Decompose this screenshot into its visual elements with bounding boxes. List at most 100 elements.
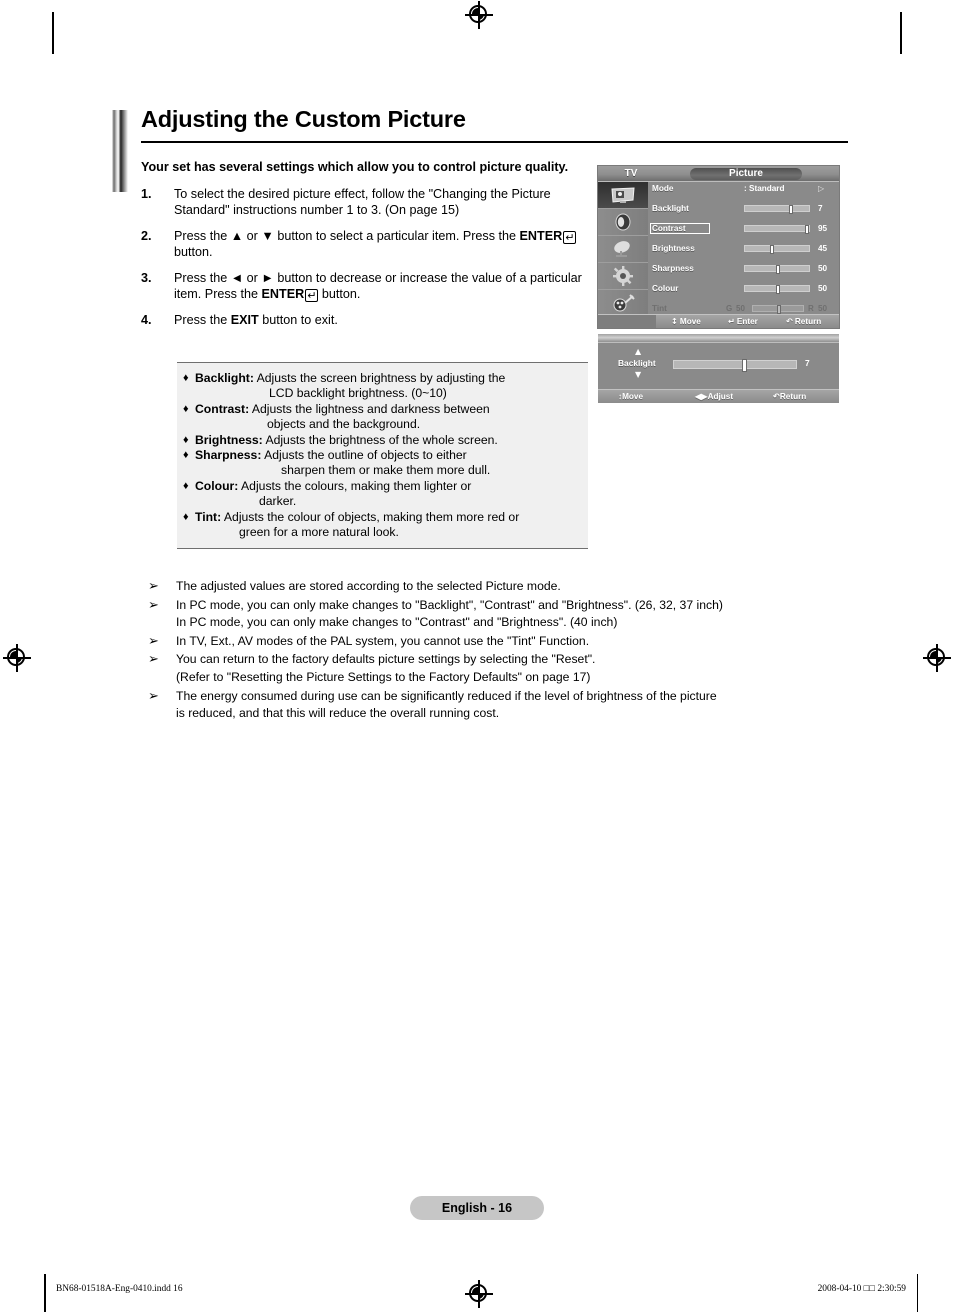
definitions-panel: ♦ Backlight: Adjusts the screen brightne… [177,362,588,550]
step-text-tail: button. [318,287,361,302]
definition-text: Adjusts the colour of objects, making th… [223,509,520,524]
definition-tint: ♦ Tint: Adjusts the colour of objects, m… [183,510,582,541]
osd-backlight-adjust: ▲ Backlight 7 ▼ ↕Move ◀▶Adjust ↶Return [598,334,839,403]
osd-menu-title-pill: Picture [690,167,802,180]
osd-row-number: 95 [818,224,828,233]
osd-row-label: Mode [652,184,674,193]
osd-slider-backlight[interactable] [744,204,810,214]
satellite-dish-icon [598,236,648,262]
osd-picture-menu: TV Picture Mode: Standard ▷ Backlight 7… [598,166,839,328]
osd-hint-label: Move [679,317,701,326]
osd-row-backlight[interactable]: Backlight 7 [650,204,836,214]
note-item: ➢ The adjusted values are stored accordi… [146,578,852,596]
definition-term: Contrast: [195,401,250,416]
osd-slider-colour[interactable] [744,284,810,294]
definition-text: Adjusts the outline of objects to either [264,448,467,463]
crop-mark-top-left [52,12,54,54]
osd-row-label: Sharpness [652,264,694,273]
picture-icon [598,182,648,208]
up-arrow-icon[interactable]: ▲ [635,347,641,356]
osd-adjust-hint-adjust: ◀▶Adjust [695,390,733,403]
definition-brightness: ♦ Brightness: Adjusts the brightness of … [183,433,582,448]
osd-row-colour[interactable]: Colour 50 [650,284,836,294]
osd-row-contrast[interactable]: Contrast 95 [650,222,836,234]
definition-contrast: ♦ Contrast: Adjusts the lightness and da… [183,402,582,433]
note-text: In TV, Ext., AV modes of the PAL system,… [176,633,590,648]
osd-hint-enter: ↵ Enter [728,315,758,328]
down-arrow-icon[interactable]: ▼ [635,370,641,379]
osd-row-number: 50 [818,264,828,273]
osd-sidebar-item-channel[interactable] [598,236,648,263]
osd-adjust-footer-hints: ↕Move ◀▶Adjust ↶Return [598,389,839,403]
osd-hint-move: ↕ Move [671,315,701,328]
updown-arrow-icon: ↕ [671,316,678,326]
arrow-bullet-icon: ➢ [148,652,159,668]
print-footer: BN68-01518A-Eng-0410.indd 16 2008-04-10 … [0,1274,954,1312]
osd-slider-tint[interactable] [752,304,804,314]
note-item: ➢ The energy consumed during use can be … [146,688,852,723]
note-text-cont: In PC mode, you can only make changes to… [176,615,618,630]
osd-slider-brightness[interactable] [744,244,810,254]
definition-colour: ♦ Colour: Adjusts the colours, making th… [183,479,582,510]
crop-mark-bottom-left [44,1274,46,1312]
step-number: 3. [141,270,152,285]
osd-adjust-hint-move: ↕Move [618,390,643,403]
osd-row-sharpness[interactable]: Sharpness 50 [650,264,836,274]
osd-sidebar-item-picture[interactable] [598,182,648,209]
print-timestamp: 2008-04-10 □□ 2:30:59 [817,1284,906,1294]
chevron-right-icon: ▷ [818,183,825,193]
osd-adjust-slider[interactable] [673,358,797,372]
definition-text: Adjusts the brightness of the whole scre… [265,432,498,447]
notes-list: ➢ The adjusted values are stored accordi… [146,578,852,724]
osd-row-value: : Standard [744,184,785,193]
step-number: 2. [141,228,152,243]
page-number-badge: English - 16 [410,1196,544,1220]
diamond-bullet-icon: ♦ [183,372,189,384]
osd-row-tint[interactable]: Tint G 50 R 50 [650,304,836,314]
osd-row-number: 50 [818,284,828,293]
definition-text: Adjusts the screen brightness by adjusti… [256,371,506,385]
osd-adjust-hint-return: ↶Return [773,390,806,403]
registration-mark-right [923,644,951,672]
osd-hint-label: Move [622,392,644,401]
osd-row-number: 45 [818,244,828,253]
definition-text-cont: green for a more natural look. [239,525,399,540]
osd-tint-green-value: 50 [736,304,745,313]
osd-hint-label: Return [794,317,822,326]
osd-sidebar-item-sound[interactable] [598,209,648,236]
step-item-3: 3. Press the ◄ or ► button to decrease o… [141,270,591,303]
osd-slider-sharpness[interactable] [744,264,810,274]
arrow-bullet-icon: ➢ [148,688,159,704]
osd-sidebar-item-input[interactable] [598,290,648,317]
definition-text: Adjusts the colours, making them lighter… [241,478,472,493]
return-arrow-icon: ↶ [773,392,780,401]
step-item-2: 2. Press the ▲ or ▼ button to select a p… [141,228,591,261]
osd-slider-contrast[interactable] [744,224,810,234]
crop-mark-bottom-right [916,1274,918,1312]
note-text: The adjusted values are stored according… [176,579,561,593]
enter-key-icon: ↵ [563,230,577,244]
osd-row-label: Backlight [652,204,689,213]
osd-sidebar-item-setup[interactable] [598,263,648,290]
arrow-bullet-icon: ➢ [148,597,159,613]
page-canvas: Adjusting the Custom Picture Your set ha… [0,0,954,1314]
osd-settings-list: Mode : Standard ▷ Backlight 7 Contrast 9… [650,184,836,328]
osd-icon-sidebar [598,182,648,317]
definition-sharpness: ♦ Sharpness: Adjusts the outline of obje… [183,448,582,479]
osd-footer-hints: ↕ Move ↵ Enter ↶ Return [598,314,839,328]
osd-tint-green-tag: G [726,304,733,313]
sound-icon [598,209,648,235]
step-item-1: 1. To select the desired picture effect,… [141,186,591,219]
osd-row-mode[interactable]: Mode : Standard ▷ [650,184,836,194]
step-text: To select the desired picture effect, fo… [174,186,551,218]
diamond-bullet-icon: ♦ [183,449,189,462]
definition-term: Sharpness: [195,448,262,463]
diamond-bullet-icon: ♦ [183,402,189,415]
osd-row-brightness[interactable]: Brightness 45 [650,244,836,254]
arrow-bullet-icon: ➢ [148,579,159,594]
definition-text-cont: LCD backlight brightness. (0~10) [269,386,447,401]
note-item: ➢ In PC mode, you can only make changes … [146,597,852,632]
osd-row-number: 7 [818,204,823,213]
registration-mark-left [3,644,31,672]
enter-key-label: ENTER [519,228,563,243]
